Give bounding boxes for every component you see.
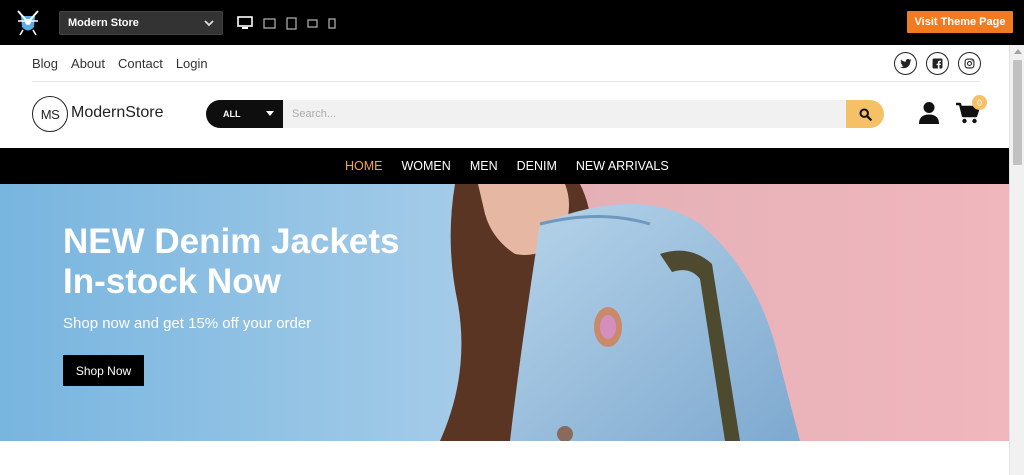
theme-demo-bar: Modern Store Visit Theme Page [0, 0, 1024, 45]
search-icon [858, 107, 872, 121]
shop-now-button[interactable]: Shop Now [63, 355, 144, 386]
category-select-value: ALL [223, 109, 241, 119]
instagram-icon[interactable] [958, 52, 981, 75]
hero-title-line1: NEW Denim Jackets [63, 222, 400, 261]
mobile-landscape-icon[interactable] [307, 18, 318, 28]
link-blog[interactable]: Blog [32, 56, 58, 71]
hero-banner: NEW Denim Jackets In-stock Now Shop now … [0, 184, 1009, 441]
desktop-icon[interactable] [237, 16, 253, 30]
link-about[interactable]: About [71, 56, 105, 71]
top-links: Blog About Contact Login [32, 56, 208, 71]
link-contact[interactable]: Contact [118, 56, 163, 71]
hero-title-line2: In-stock Now [63, 262, 281, 301]
search-input[interactable] [283, 100, 846, 128]
mobile-portrait-icon[interactable] [328, 17, 336, 29]
caret-down-icon [266, 111, 274, 116]
visit-theme-page-button[interactable]: Visit Theme Page [907, 11, 1013, 33]
hero-subtitle: Shop now and get 15% off your order [63, 315, 312, 332]
brand-name[interactable]: ModernStore [71, 104, 164, 122]
category-select[interactable]: ALL [206, 100, 283, 128]
nav-new-arrivals[interactable]: NEW ARRIVALS [576, 159, 669, 173]
social-links [894, 52, 981, 75]
twitter-icon[interactable] [894, 52, 917, 75]
user-account-icon[interactable] [918, 101, 940, 125]
nav-men[interactable]: MEN [470, 159, 498, 173]
theme-select-value: Modern Store [68, 17, 139, 29]
tablet-portrait-icon[interactable] [286, 16, 297, 30]
main-navigation: HOME WOMEN MEN DENIM NEW ARRIVALS [0, 148, 1009, 184]
device-switcher [237, 15, 336, 31]
nav-women[interactable]: WOMEN [402, 159, 451, 173]
nav-home[interactable]: HOME [345, 159, 383, 173]
link-login[interactable]: Login [176, 56, 208, 71]
tablet-landscape-icon[interactable] [263, 17, 276, 29]
page-scrollbar[interactable] [1009, 45, 1024, 475]
chevron-down-icon [204, 20, 214, 27]
hero-title: NEW Denim Jackets In-stock Now [63, 222, 483, 302]
search-button[interactable] [846, 100, 884, 128]
theme-select[interactable]: Modern Store [59, 11, 223, 35]
cart-count-badge: 0 [972, 95, 987, 110]
scroll-up-arrow-icon[interactable] [1014, 49, 1022, 54]
brand-logo[interactable]: MS [32, 96, 68, 132]
facebook-icon[interactable] [926, 52, 949, 75]
theme-logo-icon[interactable] [14, 8, 42, 36]
content-area [0, 441, 1009, 475]
search-bar: ALL [206, 100, 884, 128]
nav-denim[interactable]: DENIM [517, 159, 557, 173]
scrollbar-thumb[interactable] [1013, 60, 1022, 165]
header-divider [32, 81, 980, 82]
